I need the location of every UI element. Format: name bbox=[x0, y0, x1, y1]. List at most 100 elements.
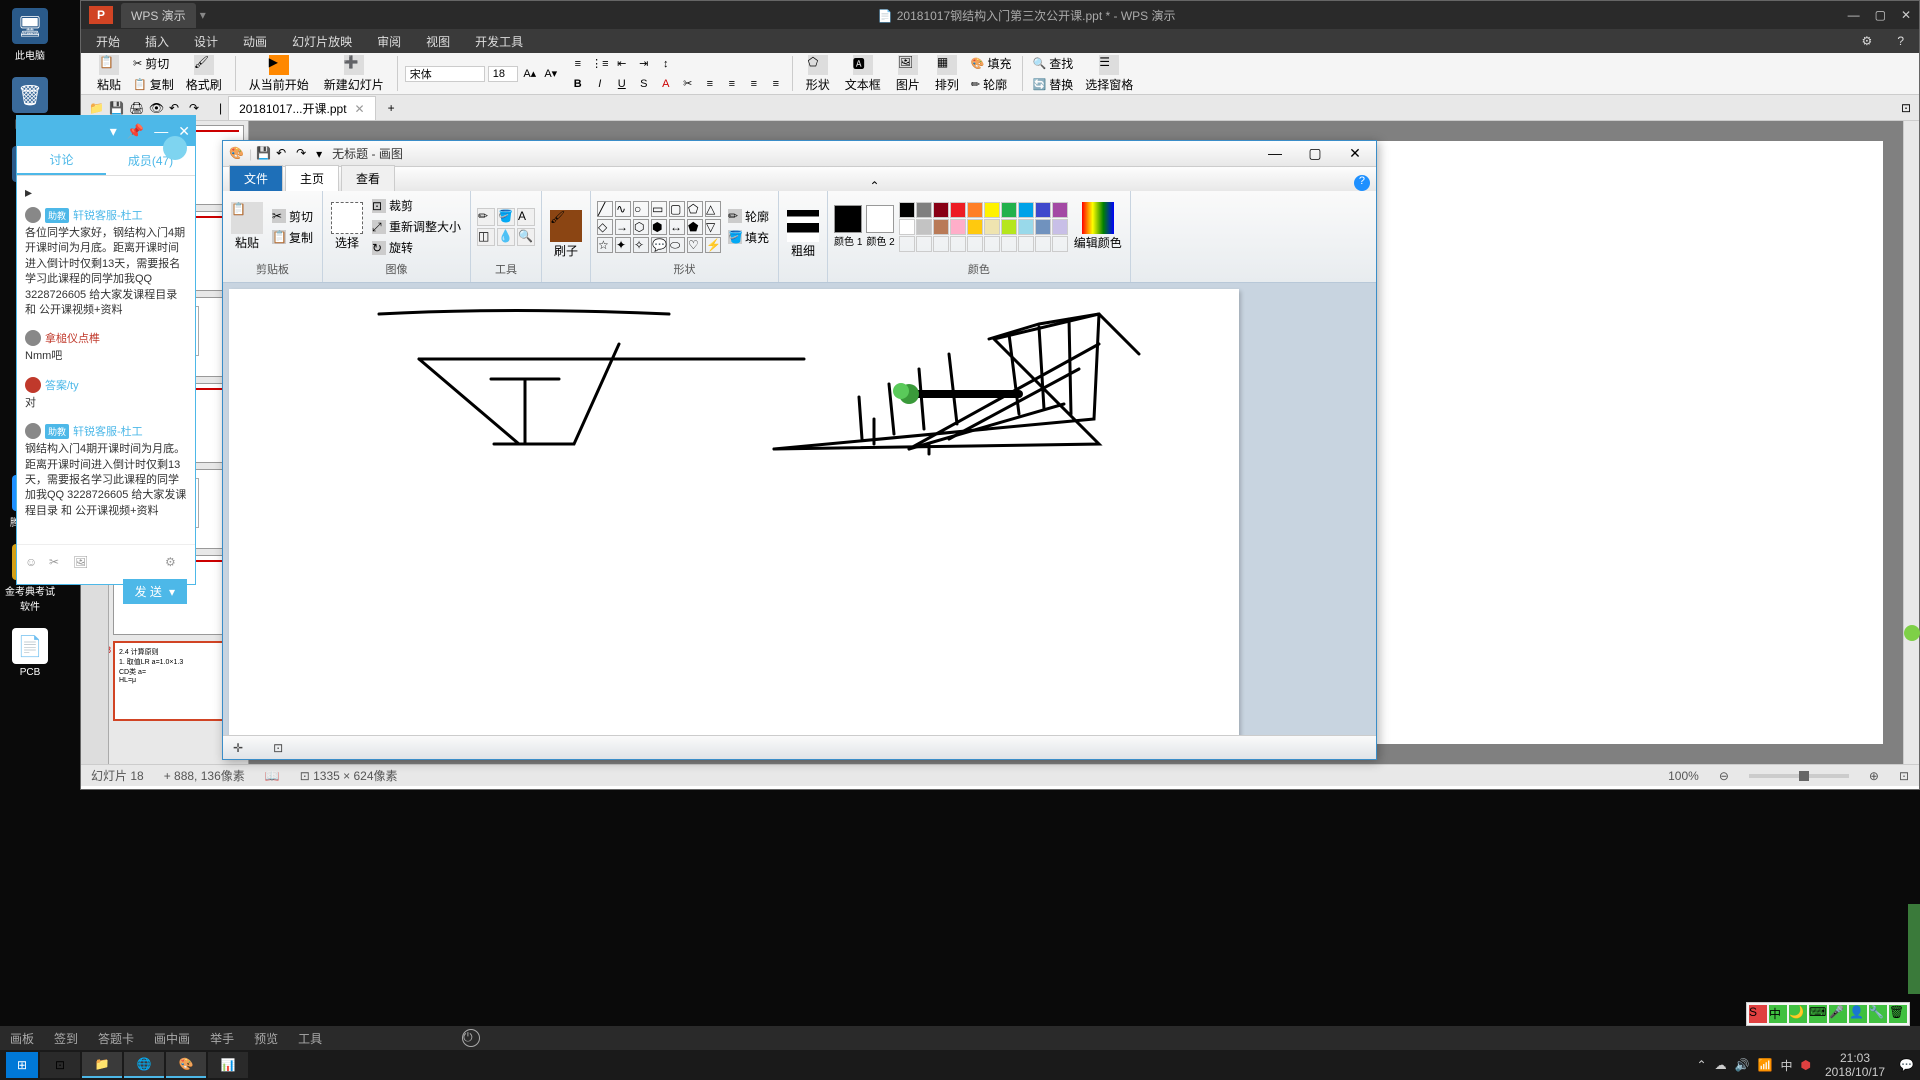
spell-icon[interactable]: 📖 bbox=[265, 769, 280, 783]
shape[interactable]: ▽ bbox=[705, 219, 721, 235]
shape[interactable]: ↔ bbox=[669, 219, 685, 235]
ime-del[interactable]: 🗑 bbox=[1889, 1005, 1907, 1023]
ime-tool[interactable]: 🔧 bbox=[1869, 1005, 1887, 1023]
paint-canvas-area[interactable] bbox=[223, 283, 1376, 735]
shape[interactable]: ⚡ bbox=[705, 237, 721, 253]
paint-tab-file[interactable]: 文件 bbox=[229, 165, 283, 191]
shapes-button[interactable]: ⬠形状 bbox=[800, 53, 836, 95]
align-left[interactable]: ≡ bbox=[701, 75, 719, 93]
zoom-out-icon[interactable]: ⊖ bbox=[1719, 769, 1729, 783]
tb-app1[interactable]: 📁 bbox=[82, 1052, 122, 1078]
paint-help-icon[interactable]: ? bbox=[1354, 175, 1370, 191]
color-swatch[interactable] bbox=[984, 202, 1000, 218]
fill-tool[interactable]: 🪣 bbox=[497, 208, 515, 226]
emoji-icon[interactable]: ☺ bbox=[25, 555, 41, 571]
italic-button[interactable]: I bbox=[591, 75, 609, 93]
decrease-font[interactable]: A▾ bbox=[542, 65, 560, 83]
bb-signin[interactable]: 签到 bbox=[54, 1030, 78, 1047]
ime-icon[interactable]: S bbox=[1749, 1005, 1767, 1023]
tray-vol-icon[interactable]: 🔊 bbox=[1735, 1058, 1750, 1072]
wps-brand[interactable]: WPS 演示 bbox=[121, 3, 196, 28]
color-swatch[interactable] bbox=[967, 219, 983, 235]
settings-icon[interactable]: ⚙ bbox=[1862, 34, 1873, 48]
taskview-icon[interactable]: ⊡ bbox=[40, 1052, 80, 1078]
indent-inc[interactable]: ⇥ bbox=[635, 55, 653, 73]
textbox-button[interactable]: 🅰文本框 bbox=[839, 53, 887, 95]
power-button[interactable]: ⏻ bbox=[462, 1029, 480, 1047]
paint-minimize-icon[interactable]: — bbox=[1260, 145, 1290, 162]
shape[interactable]: ⬟ bbox=[687, 219, 703, 235]
shape[interactable]: ⬭ bbox=[669, 237, 685, 253]
select-button[interactable]: 选择 bbox=[329, 200, 365, 253]
username[interactable]: 轩锐客服-杜工 bbox=[73, 207, 143, 223]
bb-preview[interactable]: 预览 bbox=[254, 1030, 278, 1047]
from-start-button[interactable]: ▶从当前开始 bbox=[243, 53, 315, 95]
shape[interactable]: ✧ bbox=[633, 237, 649, 253]
color-swatch[interactable] bbox=[1018, 236, 1034, 252]
color-swatch[interactable] bbox=[933, 236, 949, 252]
color-swatch[interactable] bbox=[967, 202, 983, 218]
menu-design[interactable]: 设计 bbox=[194, 33, 218, 50]
font-size-input[interactable] bbox=[488, 66, 518, 82]
paint-undo-icon[interactable]: ↶ bbox=[276, 146, 292, 162]
align-center[interactable]: ≡ bbox=[723, 75, 741, 93]
align-right[interactable]: ≡ bbox=[745, 75, 763, 93]
preview-icon[interactable]: 👁 bbox=[149, 101, 163, 115]
chat-pin-icon[interactable]: 📌 bbox=[127, 123, 144, 140]
menu-anim[interactable]: 动画 bbox=[243, 33, 267, 50]
color-swatch[interactable] bbox=[916, 236, 932, 252]
minimize-icon[interactable]: — bbox=[1848, 8, 1860, 22]
new-tab-icon[interactable]: + bbox=[388, 101, 395, 115]
color-swatch[interactable] bbox=[950, 219, 966, 235]
tab-close-icon[interactable]: ✕ bbox=[355, 102, 365, 116]
resize-button[interactable]: ⤢重新调整大小 bbox=[369, 217, 464, 236]
shape[interactable]: △ bbox=[705, 201, 721, 217]
color-swatch[interactable] bbox=[916, 219, 932, 235]
tray-shield-icon[interactable]: ⬢ bbox=[1801, 1058, 1811, 1072]
increase-font[interactable]: A▴ bbox=[521, 65, 539, 83]
chat-body[interactable]: ▸ 助教轩锐客服-杜工 各位同学大家好，钢结构入门4期开课时间为月底。距离开课时… bbox=[17, 176, 195, 544]
new-slide-button[interactable]: ➕新建幻灯片 bbox=[318, 53, 390, 95]
arrange-button[interactable]: ▦排列 bbox=[929, 53, 965, 95]
shape[interactable]: 💬 bbox=[651, 237, 667, 253]
shape-fill[interactable]: 🪣填充 bbox=[725, 228, 772, 247]
paint-save-icon[interactable]: 💾 bbox=[256, 146, 272, 162]
bb-raise-hand[interactable]: 举手 bbox=[210, 1030, 234, 1047]
shape[interactable]: ∿ bbox=[615, 201, 631, 217]
tray-up-icon[interactable]: ⌃ bbox=[1697, 1058, 1707, 1072]
save-icon[interactable]: 💾 bbox=[109, 101, 123, 115]
clock[interactable]: 21:032018/10/17 bbox=[1819, 1051, 1891, 1080]
color-swatch[interactable] bbox=[984, 236, 1000, 252]
zoom-tool[interactable]: 🔍 bbox=[517, 228, 535, 246]
notifications-icon[interactable]: 💬 bbox=[1899, 1058, 1914, 1072]
color-swatch[interactable] bbox=[1035, 202, 1051, 218]
color-swatch[interactable] bbox=[1035, 219, 1051, 235]
tb-app4[interactable]: 📊 bbox=[208, 1052, 248, 1078]
color-swatch[interactable] bbox=[950, 202, 966, 218]
image-icon[interactable]: 🖼 bbox=[73, 555, 89, 571]
undo-icon[interactable]: ↶ bbox=[169, 101, 183, 115]
shape[interactable]: ⬡ bbox=[633, 219, 649, 235]
color-swatch[interactable] bbox=[967, 236, 983, 252]
ime-kb[interactable]: ⌨ bbox=[1809, 1005, 1827, 1023]
replace-button[interactable]: 🔄 替换 bbox=[1030, 75, 1077, 94]
color-swatch[interactable] bbox=[933, 219, 949, 235]
color-swatch[interactable] bbox=[1001, 202, 1017, 218]
scissors-icon[interactable]: ✂ bbox=[49, 555, 65, 571]
color-swatch[interactable] bbox=[1001, 236, 1017, 252]
help-icon[interactable]: ? bbox=[1897, 34, 1904, 48]
paint-maximize-icon[interactable]: ▢ bbox=[1300, 145, 1330, 162]
find-button[interactable]: 🔍 查找 bbox=[1030, 54, 1077, 73]
ime-mic[interactable]: 🎤 bbox=[1829, 1005, 1847, 1023]
color-swatch[interactable] bbox=[1035, 236, 1051, 252]
underline-button[interactable]: U bbox=[613, 75, 631, 93]
maximize-icon[interactable]: ▢ bbox=[1875, 8, 1886, 22]
size-button[interactable]: 粗细 bbox=[785, 208, 821, 261]
cut-button[interactable]: ✂剪切 bbox=[269, 207, 316, 226]
bold-button[interactable]: B bbox=[569, 75, 587, 93]
shape[interactable]: → bbox=[615, 219, 631, 235]
tb-app3[interactable]: 🎨 bbox=[166, 1052, 206, 1078]
bb-whiteboard[interactable]: 画板 bbox=[10, 1030, 34, 1047]
collapse-ribbon-icon[interactable]: ⊡ bbox=[1901, 101, 1911, 115]
paint-tab-view[interactable]: 查看 bbox=[341, 165, 395, 191]
